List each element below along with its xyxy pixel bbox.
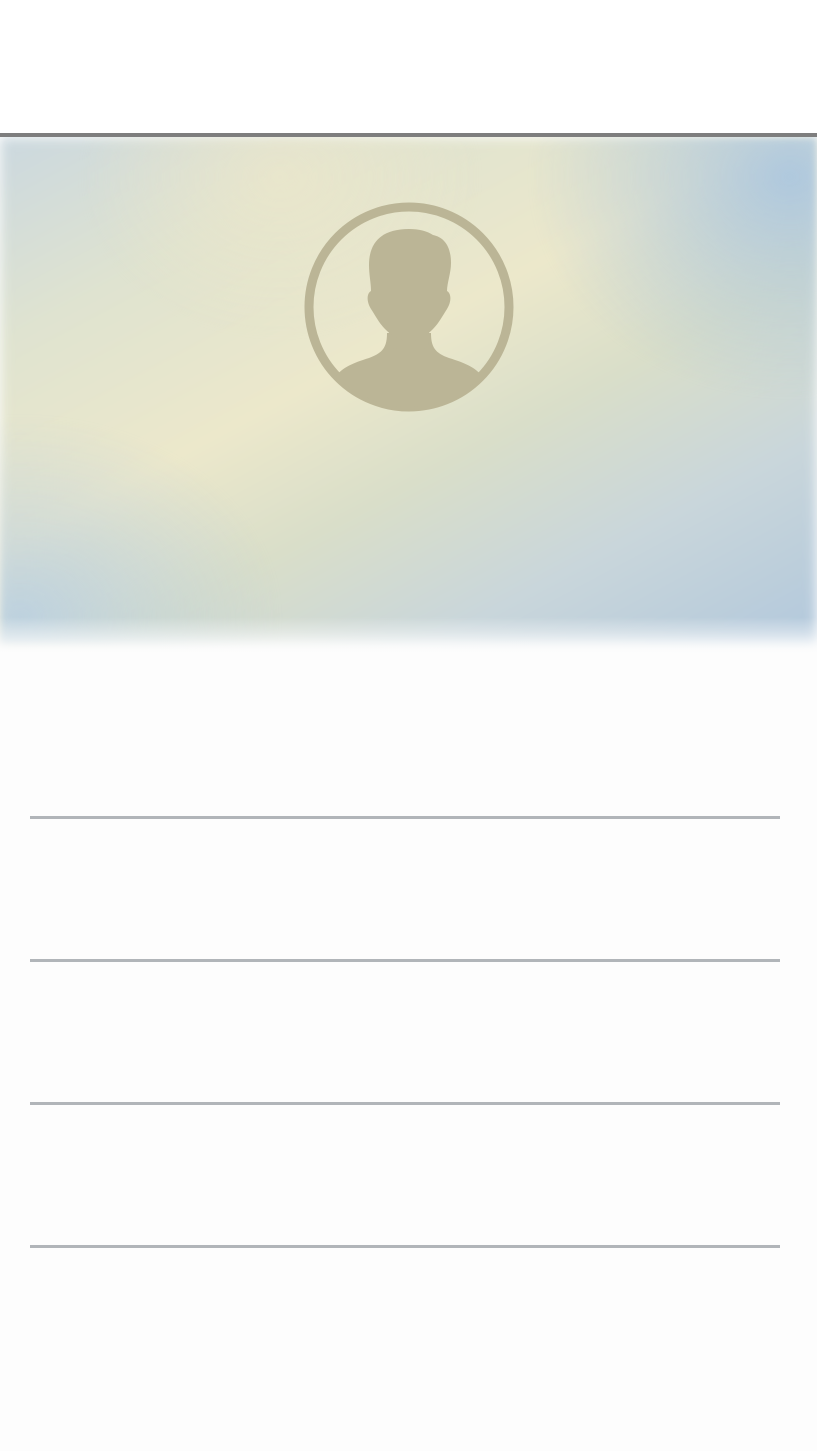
list-item[interactable] (0, 1105, 817, 1245)
top-app-bar (0, 0, 817, 133)
list-divider (30, 1245, 780, 1248)
list-item[interactable] (0, 819, 817, 959)
profile-header-fade (0, 617, 817, 655)
list-item[interactable] (0, 675, 817, 815)
list-item[interactable] (0, 962, 817, 1102)
person-silhouette-icon (304, 202, 514, 412)
avatar[interactable] (303, 201, 515, 413)
profile-header (0, 137, 817, 655)
profile-screen (0, 0, 817, 1451)
